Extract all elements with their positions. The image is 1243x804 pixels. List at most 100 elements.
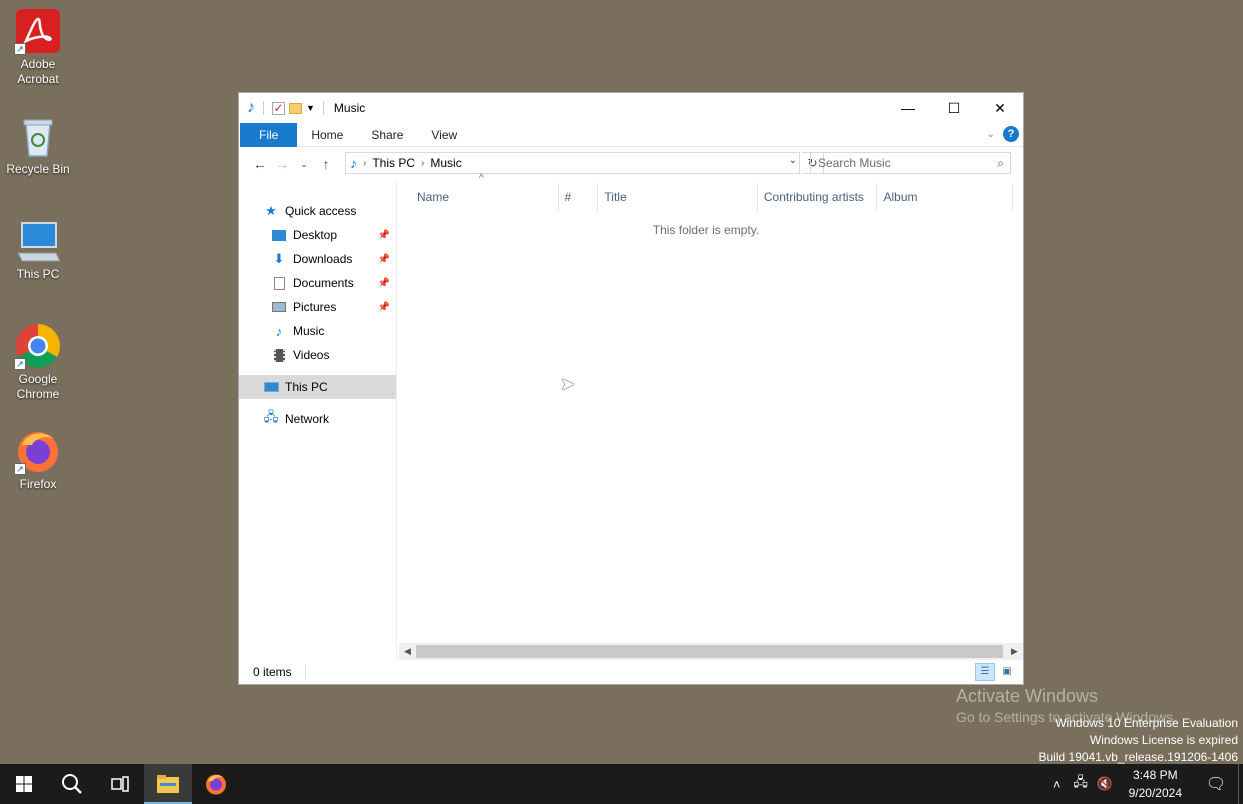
search-icon <box>62 774 82 794</box>
music-note-icon: ♪ <box>275 323 283 339</box>
nav-label: Videos <box>293 348 330 362</box>
volume-muted-icon[interactable]: 🔇 <box>1093 776 1117 792</box>
mouse-cursor: ➤ <box>560 374 576 394</box>
desktop-icon-adobe-acrobat[interactable]: ↗ Adobe Acrobat <box>0 7 76 87</box>
customize-toolbar-icon[interactable]: ▼ <box>306 103 315 113</box>
column-name[interactable]: Name <box>399 183 559 211</box>
pin-icon[interactable]: 📌 <box>378 230 390 241</box>
this-pc-icon <box>263 379 279 395</box>
expand-ribbon-icon[interactable]: ⌄ <box>987 129 995 140</box>
desktop-icon-google-chrome[interactable]: ↗ Google Chrome <box>0 322 76 402</box>
navigation-bar: ← → ⌄ ↑ ♪ › This PC › Music ⌄ ↻ Search M… <box>239 147 1023 181</box>
shortcut-arrow-icon: ↗ <box>14 463 26 475</box>
new-folder-icon[interactable] <box>289 102 302 114</box>
tab-file[interactable]: File <box>240 122 298 147</box>
forward-button[interactable]: → <box>271 156 293 172</box>
quick-access-toolbar: ♪ ✓ ▼ <box>239 99 328 117</box>
nav-item-documents[interactable]: Documents 📌 <box>239 271 396 295</box>
desktop-icon-firefox[interactable]: ↗ Firefox <box>0 427 76 492</box>
pin-icon[interactable]: 📌 <box>378 254 390 265</box>
divider <box>304 665 306 679</box>
taskbar-firefox[interactable] <box>192 764 240 804</box>
scrollbar-thumb[interactable] <box>416 645 1003 658</box>
minimize-button[interactable]: — <box>885 93 931 123</box>
window-title: Music <box>333 101 366 115</box>
column-headers: ^ Name # Title Contributing artists Albu… <box>399 173 1014 211</box>
firefox-icon <box>206 774 226 795</box>
edition-text: Windows 10 Enterprise Evaluation <box>1055 716 1238 730</box>
desktop-icon-label: Firefox <box>19 477 57 491</box>
nav-item-pictures[interactable]: Pictures 📌 <box>239 295 396 319</box>
breadcrumb-this-pc[interactable]: This PC <box>372 156 415 170</box>
nav-label: Downloads <box>293 252 353 266</box>
task-view-button[interactable] <box>96 764 144 804</box>
shortcut-arrow-icon: ↗ <box>14 43 26 55</box>
chrome-icon: ↗ <box>14 322 62 370</box>
maximize-button[interactable]: ☐ <box>931 93 977 123</box>
close-button[interactable]: ✕ <box>977 93 1023 123</box>
watermark-title: Activate Windows <box>956 686 1099 706</box>
pin-icon[interactable]: 📌 <box>378 278 390 289</box>
title-bar[interactable]: ♪ ✓ ▼ Music — ☐ ✕ <box>239 93 1023 123</box>
tab-share[interactable]: Share <box>357 123 417 147</box>
tab-home[interactable]: Home <box>297 123 357 147</box>
desktop-icon-label: Adobe <box>20 57 56 71</box>
sort-ascending-icon: ^ <box>479 173 484 184</box>
nav-item-videos[interactable]: Videos <box>239 343 396 367</box>
address-dropdown-icon[interactable]: ⌄ <box>789 155 797 166</box>
desktop-icon-recycle-bin[interactable]: Recycle Bin <box>0 112 76 177</box>
horizontal-scrollbar[interactable]: ◀ ▶ <box>399 643 1023 660</box>
chevron-right-icon[interactable]: › <box>363 158 366 169</box>
nav-item-music[interactable]: ♪ Music <box>239 319 396 343</box>
recent-locations-icon[interactable]: ⌄ <box>293 159 315 170</box>
nav-item-this-pc[interactable]: This PC <box>239 375 396 399</box>
documents-icon <box>271 275 287 291</box>
column-contributing-artists[interactable]: Contributing artists <box>758 183 878 211</box>
nav-item-downloads[interactable]: ⬇ Downloads 📌 <box>239 247 396 271</box>
start-button[interactable] <box>0 764 48 804</box>
nav-quick-access[interactable]: ★ Quick access <box>239 199 396 223</box>
search-placeholder: Search Music <box>818 156 891 170</box>
column-title[interactable]: Title <box>598 183 758 211</box>
network-icon[interactable]: 🖧 <box>1069 773 1093 795</box>
nav-label: Desktop <box>293 228 338 242</box>
desktop-icon-this-pc[interactable]: This PC <box>0 217 76 282</box>
file-list[interactable]: ^ Name # Title Contributing artists Albu… <box>399 173 1023 660</box>
music-note-icon: ♪ <box>247 99 255 116</box>
divider <box>263 101 264 115</box>
nav-item-network[interactable]: 🖧 Network <box>239 407 396 431</box>
address-bar[interactable]: ♪ › This PC › Music ⌄ <box>345 152 800 174</box>
breadcrumb-music[interactable]: Music <box>430 156 461 170</box>
help-icon[interactable]: ? <box>1003 126 1019 142</box>
license-text: Windows License is expired <box>1089 733 1238 747</box>
taskbar: ˄ 🖧 🔇 3:48 PM 9/20/2024 🗨 <box>0 764 1243 804</box>
desktop-icon-label: Chrome <box>16 387 60 401</box>
notifications-icon[interactable]: 🗨 <box>1194 774 1238 794</box>
column-number[interactable]: # <box>559 183 599 211</box>
details-view-button[interactable]: ☰ <box>975 663 995 681</box>
firefox-icon: ↗ <box>14 427 62 475</box>
tab-view[interactable]: View <box>417 123 471 147</box>
show-desktop-button[interactable] <box>1238 764 1243 804</box>
search-input[interactable]: Search Music ⌕ <box>810 152 1011 174</box>
desktop-folder-icon <box>271 227 287 243</box>
scroll-right-icon[interactable]: ▶ <box>1006 646 1023 657</box>
evaluation-info: Windows 10 Enterprise Evaluation Windows… <box>1039 715 1239 766</box>
nav-label: This PC <box>285 380 328 394</box>
chevron-up-icon[interactable]: ˄ <box>1045 777 1069 792</box>
scroll-left-icon[interactable]: ◀ <box>399 646 416 657</box>
pin-icon[interactable]: 📌 <box>378 302 390 313</box>
properties-icon[interactable]: ✓ <box>272 101 285 115</box>
back-button[interactable]: ← <box>249 156 271 172</box>
taskbar-file-explorer[interactable] <box>144 764 192 804</box>
file-explorer-window: ♪ ✓ ▼ Music — ☐ ✕ File Home Share View ⌄… <box>238 92 1024 685</box>
nav-item-desktop[interactable]: Desktop 📌 <box>239 223 396 247</box>
large-icons-view-button[interactable]: ▣ <box>997 663 1017 681</box>
desktop-icon-label: Acrobat <box>17 72 59 86</box>
clock[interactable]: 3:48 PM 9/20/2024 <box>1117 766 1194 802</box>
chevron-right-icon[interactable]: › <box>421 158 424 169</box>
column-album[interactable]: Album <box>877 183 1014 211</box>
up-button[interactable]: ↑ <box>315 156 337 172</box>
divider <box>322 101 324 115</box>
search-button[interactable] <box>48 764 96 804</box>
